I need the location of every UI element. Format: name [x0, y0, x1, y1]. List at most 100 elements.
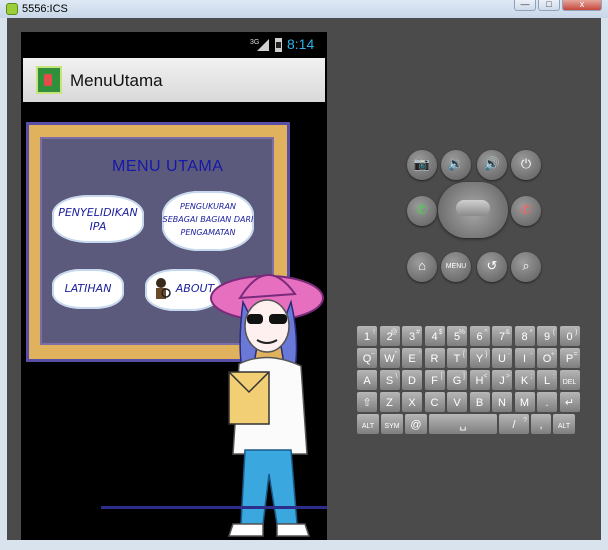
volume-down-button[interactable]: 🔉	[441, 150, 471, 180]
key-8[interactable]: 8 *	[514, 326, 535, 346]
key-⇧[interactable]: ⇧	[357, 392, 377, 412]
home-button[interactable]: ⌂	[407, 252, 437, 282]
key-9[interactable]: 9(	[537, 326, 557, 346]
key-h[interactable]: H <	[469, 370, 490, 390]
key-/[interactable]: /?	[499, 414, 529, 434]
key-label: Z	[386, 397, 393, 409]
key-v[interactable]: V	[447, 392, 467, 412]
key-label: I	[522, 353, 527, 365]
key-1[interactable]: 1!	[357, 326, 377, 346]
key-label: F	[431, 375, 438, 387]
key-↵[interactable]: ↵	[559, 392, 580, 412]
search-button[interactable]: ⌕	[511, 252, 541, 282]
key-n[interactable]: N	[492, 392, 512, 412]
key-b[interactable]: B	[469, 392, 490, 412]
key-secondary-label: >	[505, 373, 510, 380]
key-secondary-label: #	[416, 329, 420, 336]
key-p[interactable]: P =	[559, 348, 580, 368]
key-label: 3	[408, 331, 416, 343]
key-f[interactable]: F[	[424, 370, 445, 390]
key-space[interactable]: ␣	[429, 414, 497, 434]
menu-button[interactable]: MENU	[441, 252, 471, 282]
key-secondary-label: '	[418, 351, 420, 358]
key-secondary-label: ^	[484, 329, 488, 336]
key-label: ALT	[361, 423, 375, 430]
camera-button[interactable]: 📷	[407, 150, 437, 180]
key-r[interactable]: R	[424, 348, 445, 368]
dpad[interactable]	[438, 182, 508, 238]
end-call-button[interactable]: ✆	[511, 196, 541, 226]
key-z[interactable]: Z	[379, 392, 400, 412]
call-button[interactable]: ✆	[407, 196, 437, 226]
key-q[interactable]: Q ~	[357, 348, 377, 368]
signal-icon	[257, 39, 269, 51]
key-sym[interactable]: SYM	[381, 414, 403, 434]
power-button[interactable]: ⏻	[511, 150, 541, 180]
key-j[interactable]: J >	[492, 370, 512, 390]
key-x[interactable]: X	[402, 392, 422, 412]
camera-icon: 📷	[413, 156, 431, 171]
key-g[interactable]: G]	[447, 370, 467, 390]
menu-item-penyelidikan[interactable]: PENYELIDIKAN IPA	[52, 195, 144, 243]
key-del[interactable]: DEL	[559, 370, 580, 390]
key-label: V	[453, 397, 461, 409]
key-label: U	[498, 353, 506, 365]
key-0[interactable]: 0)	[559, 326, 580, 346]
back-button[interactable]: ↺	[477, 252, 507, 282]
app-title: MenuUtama	[70, 71, 163, 90]
dpad-center[interactable]	[456, 200, 490, 216]
key-secondary-label: "	[395, 351, 398, 358]
key-k[interactable]: K;	[514, 370, 535, 390]
key-d[interactable]: D	[402, 370, 422, 390]
key-u[interactable]: U-	[492, 348, 512, 368]
menu-item-pengukuran[interactable]: PENGUKURAN SEBAGAI BAGIAN DARI PENGAMATA…	[162, 191, 254, 251]
key-o[interactable]: O +	[537, 348, 557, 368]
key-alt[interactable]: ALT	[357, 414, 379, 434]
menu-item-latihan[interactable]: LATIHAN	[52, 269, 124, 309]
key-@[interactable]: @	[405, 414, 427, 434]
key-s[interactable]: S \	[379, 370, 400, 390]
key-secondary-label: !	[373, 329, 375, 336]
key-alt[interactable]: ALT	[553, 414, 575, 434]
key-secondary-label: (	[552, 329, 555, 336]
key-label: N	[498, 397, 506, 409]
key-l[interactable]: L:	[537, 370, 557, 390]
key-,[interactable]: ,	[531, 414, 551, 434]
menu-screen: MENU UTAMA PENYELIDIKAN IPA PENGUKURAN S…	[21, 104, 327, 540]
clock: 8:14	[287, 36, 315, 52]
key-7[interactable]: 7 &	[492, 326, 512, 346]
key-label: /	[512, 419, 516, 431]
emulator-controls: 📷 🔉 🔊 ⏻ ✆ ✆ ⌂ MENU ↺ ⌕	[341, 32, 601, 302]
key-label: 0	[566, 331, 573, 343]
key-4[interactable]: 4 $	[424, 326, 445, 346]
key-.[interactable]: .	[537, 392, 557, 412]
key-label: SYM	[384, 423, 400, 430]
key-w[interactable]: W "	[379, 348, 400, 368]
key-5[interactable]: 5%	[447, 326, 467, 346]
key-secondary-label: @	[390, 329, 398, 336]
key-secondary-label: &	[505, 329, 510, 336]
menu-label: MENU	[445, 263, 467, 270]
key-label: 1	[363, 331, 371, 343]
key-t[interactable]: T{	[447, 348, 467, 368]
key-2[interactable]: 2 @	[379, 326, 400, 346]
window-title: 5556:ICS	[22, 3, 68, 15]
key-3[interactable]: 3 #	[402, 326, 422, 346]
volume-up-button[interactable]: 🔊	[477, 150, 507, 180]
key-e[interactable]: E '	[402, 348, 422, 368]
key-secondary-label: %	[458, 329, 465, 336]
emulator-body: 3G 8:14 MenuUtama MENU UTAMA PENYELIDIKA…	[7, 18, 601, 540]
key-6[interactable]: 6 ^	[469, 326, 490, 346]
key-label: X	[408, 397, 416, 409]
keyboard: 1! 2 @3 #4 $5% 6 ^ 7 & 8 * 9(0) Q ~ W " E ' R T{Y} U - I - O + P = A…	[357, 326, 603, 440]
key-m[interactable]: M	[514, 392, 535, 412]
minimize-button[interactable]: —	[514, 0, 536, 11]
key-a[interactable]: A	[357, 370, 377, 390]
maximize-button[interactable]: □	[538, 0, 560, 11]
key-y[interactable]: Y}	[469, 348, 490, 368]
action-bar: MenuUtama	[23, 58, 325, 102]
close-button[interactable]: x	[562, 0, 602, 11]
key-c[interactable]: C	[424, 392, 445, 412]
key-secondary-label: [	[440, 373, 443, 380]
key-i[interactable]: I-	[514, 348, 535, 368]
